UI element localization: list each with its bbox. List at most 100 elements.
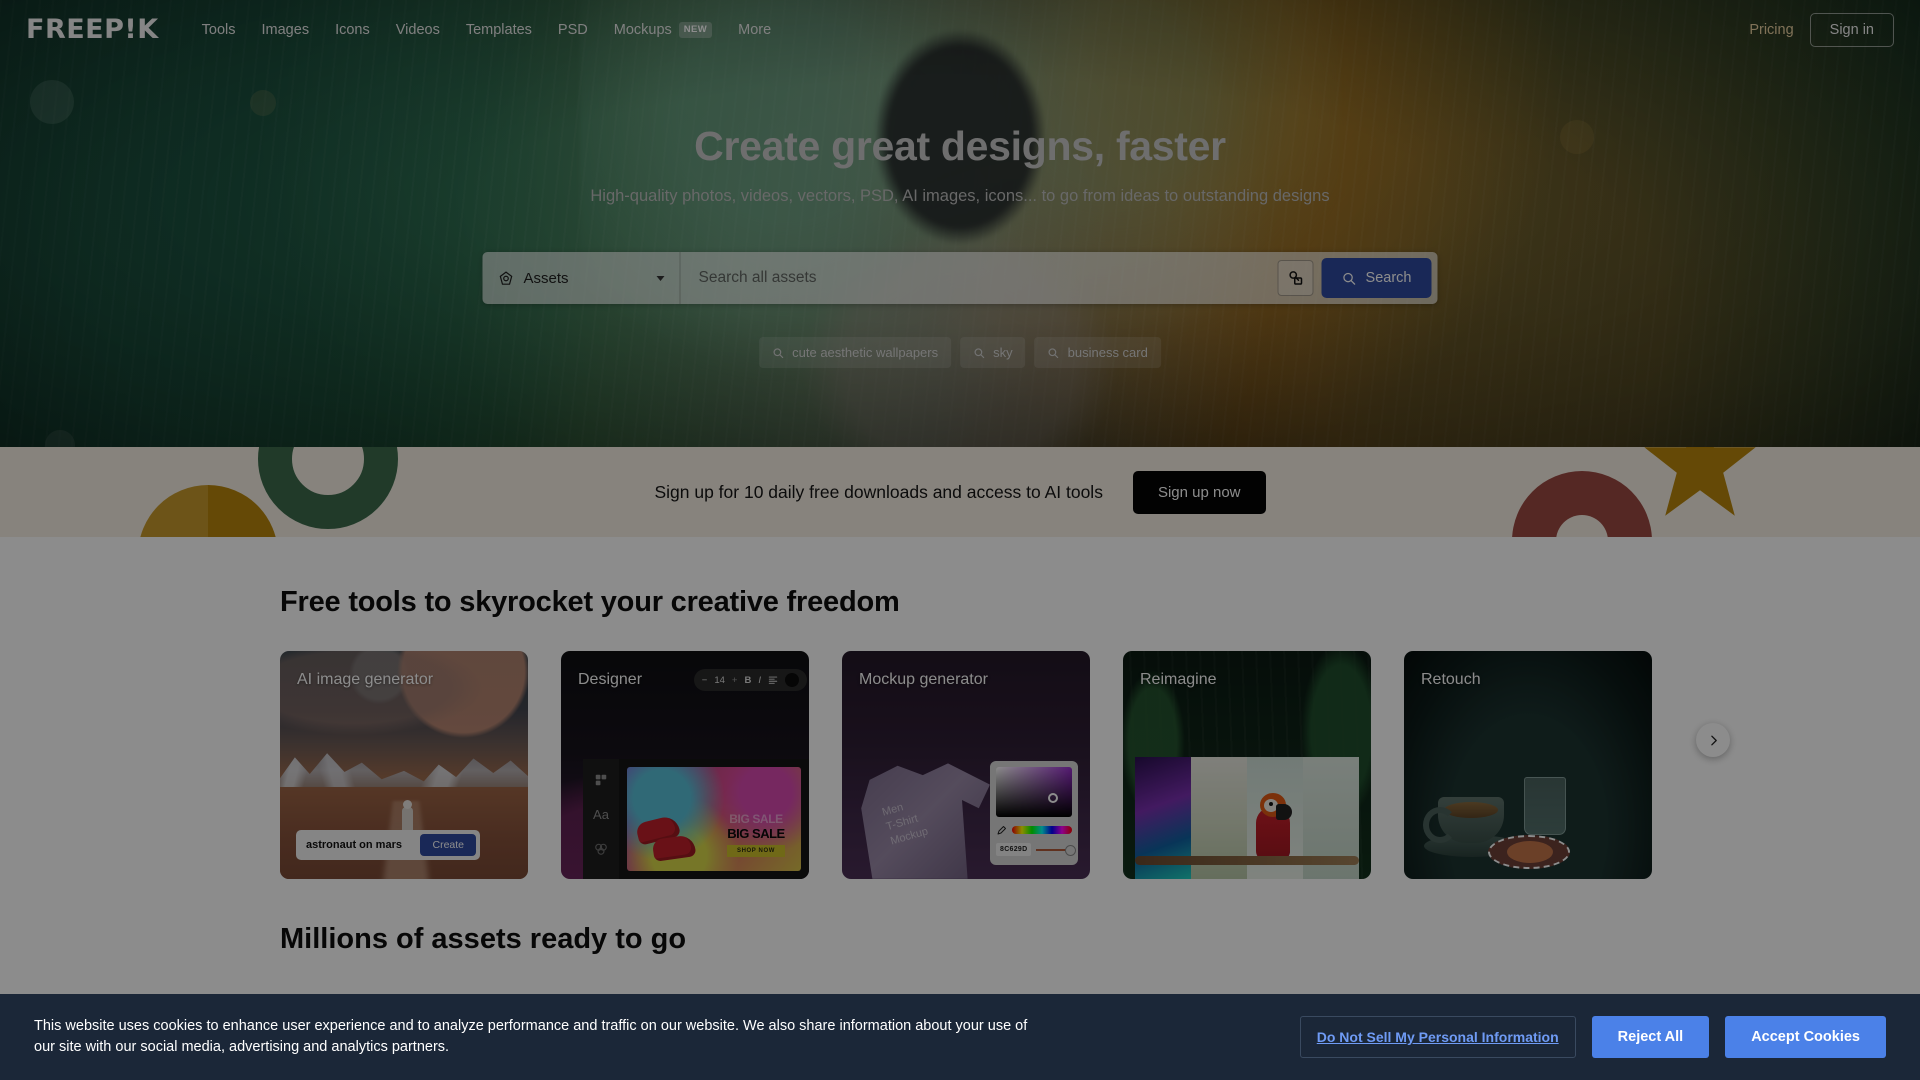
tool-card-retouch[interactable]: Retouch [1404, 651, 1652, 879]
shop-now-button: SHOP NOW [727, 845, 785, 857]
nav-link-label: PSD [557, 21, 588, 38]
align-left-icon[interactable] [768, 675, 778, 685]
nav-link-icons[interactable]: Icons [322, 16, 383, 44]
tools-carousel: AI image generator astronaut on mars Cre… [0, 619, 1920, 879]
sneakers-graphic [634, 813, 703, 863]
nav-link-label: Mockups [613, 21, 672, 38]
opacity-slider[interactable] [1036, 844, 1076, 856]
suggested-chip-business-card[interactable]: business card [1034, 337, 1161, 368]
reimagine-variant-strips [1135, 757, 1359, 879]
water-glass [1524, 777, 1566, 835]
chevron-down-icon [656, 275, 665, 281]
hex-row: 8C629D [996, 843, 1076, 856]
tree-branch [1135, 856, 1359, 865]
nav-link-tools[interactable]: Tools [189, 16, 249, 44]
saturation-value-area[interactable] [996, 767, 1072, 817]
sign-up-now-button[interactable]: Sign up now [1132, 470, 1266, 514]
new-badge: NEW [678, 21, 713, 38]
search-icon [1343, 272, 1356, 285]
text-color-swatch[interactable] [785, 673, 799, 687]
hero-subtitle: High-quality photos, videos, vectors, PS… [590, 187, 1330, 205]
decorative-gold-star [1644, 447, 1756, 516]
image-search-icon [1289, 271, 1303, 285]
nav-link-label: Icons [335, 21, 370, 38]
chip-label: business card [1067, 345, 1148, 360]
color-picker-panel: 8C629D [990, 761, 1078, 865]
sale-text: BIG SALE [727, 826, 785, 841]
assets-icon [499, 270, 513, 285]
tool-card-label: AI image generator [297, 671, 434, 688]
cookie-consent-text: This website uses cookies to enhance use… [34, 1018, 1028, 1055]
hue-row [996, 824, 1072, 836]
tool-card-reimagine[interactable]: Reimagine [1123, 651, 1371, 879]
main-content: Free tools to skyrocket your creative fr… [0, 537, 1920, 1016]
reject-all-button[interactable]: Reject All [1591, 1016, 1710, 1058]
decorative-yellow-half-circle [138, 485, 278, 537]
tool-card-designer[interactable]: Designer Aa BIG SALE BIG SALE SHOP NOW −… [561, 651, 809, 879]
italic-button[interactable]: I [758, 675, 761, 686]
nav-link-mockups[interactable]: Mockups NEW [601, 16, 725, 44]
tool-card-ai-image-generator[interactable]: AI image generator astronaut on mars Cre… [280, 651, 528, 879]
nav-link-label: More [738, 21, 772, 38]
nav-link-label: Videos [395, 21, 440, 38]
suggested-chip-sky[interactable]: sky [960, 337, 1026, 368]
decrease-font-size-button[interactable]: − [702, 675, 708, 686]
nav-link-label: Templates [465, 21, 532, 38]
eyedropper-icon[interactable] [996, 824, 1008, 836]
designer-canvas: BIG SALE BIG SALE SHOP NOW [627, 767, 801, 871]
bold-button[interactable]: B [744, 675, 751, 686]
asset-type-label: Assets [523, 269, 569, 287]
carousel-next-button[interactable] [1696, 723, 1730, 757]
tool-card-label: Reimagine [1140, 671, 1217, 688]
hue-slider[interactable] [1012, 826, 1072, 834]
nav-right-actions: Pricing Sign in [1749, 12, 1894, 47]
ai-prompt-value[interactable]: astronaut on mars [306, 839, 420, 851]
suggested-chip-wallpapers[interactable]: cute aesthetic wallpapers [759, 337, 952, 368]
create-button[interactable]: Create [420, 834, 476, 856]
signup-banner-text: Sign up for 10 daily free downloads and … [654, 481, 1103, 502]
color-picker-handle[interactable] [1048, 793, 1058, 803]
do-not-sell-button[interactable]: Do Not Sell My Personal Information [1299, 1016, 1576, 1058]
page-root: FREEP!K Tools Images Icons Videos Templa… [0, 0, 1920, 1080]
cookie-consent-banner: This website uses cookies to enhance use… [0, 994, 1920, 1080]
nav-link-more[interactable]: More [725, 16, 784, 44]
tool-card-label: Mockup generator [859, 671, 988, 688]
nav-link-images[interactable]: Images [249, 16, 323, 44]
text-icon: Aa [593, 807, 609, 822]
tool-card-mockup-generator[interactable]: Mockup generator Men T-Shirt Mockup 8C629D [842, 651, 1090, 879]
nav-link-videos[interactable]: Videos [383, 16, 453, 44]
tool-card-label: Retouch [1421, 671, 1481, 688]
chip-label: cute aesthetic wallpapers [792, 345, 939, 360]
sale-text-block: BIG SALE BIG SALE SHOP NOW [717, 812, 795, 857]
sign-in-button[interactable]: Sign in [1809, 12, 1894, 47]
asset-type-select[interactable]: Assets [483, 252, 681, 304]
coffee-mug [1423, 797, 1504, 843]
nav-link-label: Tools [201, 21, 236, 38]
increase-font-size-button[interactable]: + [732, 675, 738, 686]
signup-banner: Sign up for 10 daily free downloads and … [0, 447, 1920, 537]
accept-cookies-button[interactable]: Accept Cookies [1725, 1016, 1886, 1058]
hex-value[interactable]: 8C629D [996, 843, 1032, 856]
image-search-button[interactable] [1277, 260, 1314, 296]
chip-label: sky [993, 345, 1013, 360]
assets-section-title: Millions of assets ready to go [280, 923, 687, 955]
nav-link-templates[interactable]: Templates [453, 16, 545, 44]
shapes-icon [595, 843, 607, 855]
font-size-value[interactable]: 14 [714, 675, 725, 686]
designer-text-toolbar: − 14 + B I [693, 669, 807, 691]
nav-links: Tools Images Icons Videos Templates PSD … [189, 16, 785, 44]
hero-title: Create great designs, faster [694, 123, 1226, 169]
nav-link-psd[interactable]: PSD [545, 16, 601, 44]
freepik-logo[interactable]: FREEP!K [26, 14, 159, 45]
tools-section-title: Free tools to skyrocket your creative fr… [280, 586, 900, 618]
pricing-link[interactable]: Pricing [1749, 22, 1793, 38]
grid-icon [595, 774, 607, 786]
search-button[interactable]: Search [1321, 258, 1432, 298]
designer-app-preview: Aa BIG SALE BIG SALE SHOP NOW [583, 759, 809, 879]
sale-ghost-text: BIG SALE [729, 812, 783, 826]
search-input[interactable] [680, 252, 1278, 304]
search-bar: Assets Search [482, 252, 1438, 304]
hero-section: FREEP!K Tools Images Icons Videos Templa… [0, 0, 1920, 447]
tool-card-label: Designer [578, 671, 643, 688]
nav-link-label: Images [261, 21, 310, 38]
